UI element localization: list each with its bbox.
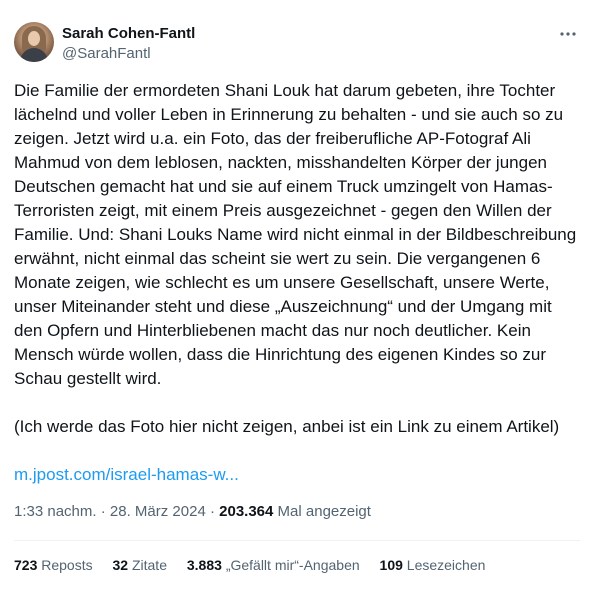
bookmarks-count: 109 — [379, 557, 403, 573]
meta-separator: · — [100, 503, 106, 520]
tweet-meta: 1:33 nachm. · 28. März 2024 · 203.364 Ma… — [14, 502, 371, 522]
tweet-stats: 723 Reposts 32 Zitate 3.883 „Gefällt mir… — [14, 555, 501, 575]
tweet: Sarah Cohen-Fantl @SarahFantl Die Famili… — [0, 0, 592, 591]
quotes-label: Zitate — [131, 557, 167, 573]
author-names: Sarah Cohen-Fantl @SarahFantl — [62, 24, 195, 64]
avatar-face — [28, 31, 40, 46]
tweet-time[interactable]: 1:33 nachm. — [14, 503, 97, 520]
more-horizontal-icon-svg — [560, 32, 576, 36]
divider — [14, 540, 580, 541]
tweet-paragraph-1: Die Familie der ermordeten Shani Louk ha… — [14, 81, 577, 388]
tweet-paragraph-2: (Ich werde das Foto hier nicht zeigen, a… — [14, 417, 560, 436]
bookmarks-stat[interactable]: 109 Lesezeichen — [380, 555, 486, 575]
article-link[interactable]: m.jpost.com/israel-hamas-w... — [14, 465, 239, 484]
likes-stat[interactable]: 3.883 „Gefällt mir“-Angaben — [187, 555, 360, 575]
author-handle[interactable]: @SarahFantl — [62, 44, 195, 64]
more-horizontal-icon[interactable] — [556, 26, 580, 42]
likes-label: „Gefällt mir“-Angaben — [225, 557, 360, 573]
reposts-count: 723 — [14, 557, 38, 573]
meta-separator: · — [209, 503, 215, 520]
likes-count: 3.883 — [186, 557, 222, 573]
avatar[interactable] — [14, 22, 54, 62]
reposts-stat[interactable]: 723 Reposts — [14, 555, 93, 575]
quotes-count: 32 — [112, 557, 129, 573]
quotes-stat[interactable]: 32 Zitate — [113, 555, 167, 575]
views-label: Mal angezeigt — [277, 503, 371, 520]
tweet-date[interactable]: 28. März 2024 — [110, 503, 206, 520]
views-count: 203.364 — [219, 503, 274, 520]
reposts-label: Reposts — [41, 557, 93, 573]
bookmarks-label: Lesezeichen — [406, 557, 486, 573]
author-display-name[interactable]: Sarah Cohen-Fantl — [62, 24, 195, 44]
tweet-text: Die Familie der ermordeten Shani Louk ha… — [14, 79, 582, 487]
tweet-link-line: m.jpost.com/israel-hamas-w... — [14, 463, 582, 487]
tweet-header: Sarah Cohen-Fantl @SarahFantl — [14, 22, 580, 66]
